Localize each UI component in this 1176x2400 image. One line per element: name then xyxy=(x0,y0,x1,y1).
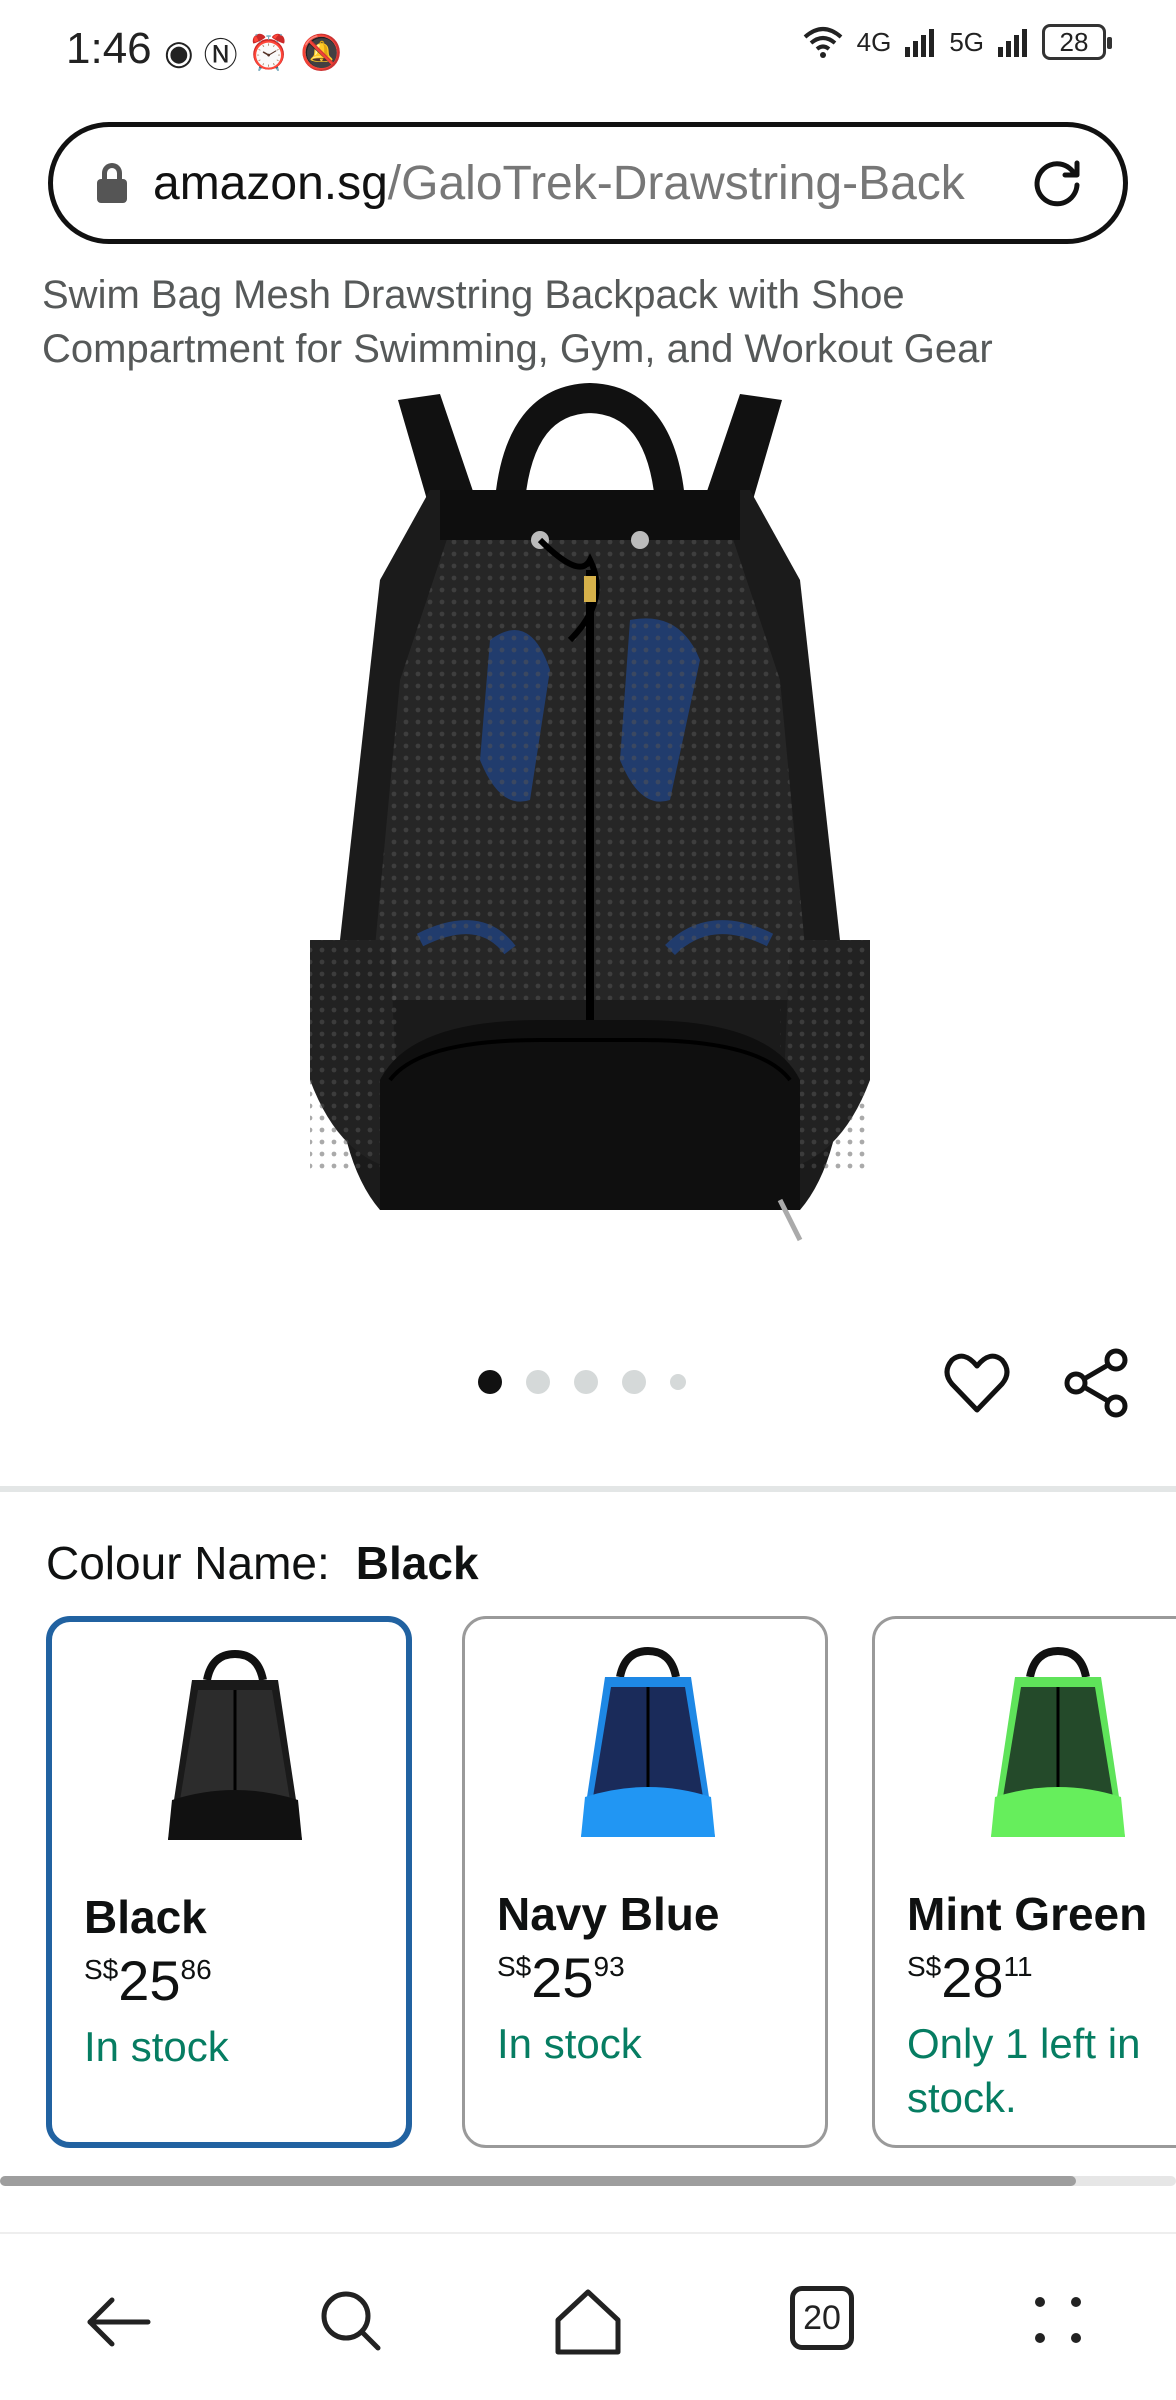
carousel-dot[interactable] xyxy=(478,1370,502,1394)
home-icon[interactable] xyxy=(548,2282,628,2362)
swatch-mint-green[interactable]: Mint Green S$2811 Only 1 left in stock. xyxy=(872,1616,1176,2148)
backpack-thumbnail xyxy=(581,1647,715,1837)
colour-label: Colour Name: Black xyxy=(46,1536,479,1590)
wifi-icon xyxy=(803,27,842,58)
swatch-price: S$2593 xyxy=(497,1946,625,2009)
swatch-name: Navy Blue xyxy=(497,1888,720,1940)
signal-bars-icon xyxy=(998,29,1027,57)
carousel-dot[interactable] xyxy=(574,1370,598,1394)
signal-4g-label: 4G xyxy=(856,26,892,57)
swatch-name: Black xyxy=(84,1891,207,1943)
url-path: /GaloTrek-Drawstring-Back xyxy=(387,156,965,210)
carousel-dot[interactable] xyxy=(622,1370,646,1394)
colour-swatches[interactable]: Black S$2586 In stock Navy Blue S$2593 I… xyxy=(46,1614,1176,2154)
swatch-stock: In stock xyxy=(497,2020,642,2067)
section-divider xyxy=(0,1486,1176,1492)
status-icons-right: 4G 5G 28 xyxy=(803,24,1112,60)
status-bar: 1:46 ◉ Ⓝ ⏰ 🔕 4G 5G 28 xyxy=(0,0,1176,100)
swatch-price: S$2811 xyxy=(907,1946,1033,2009)
heart-icon[interactable] xyxy=(944,1352,1010,1414)
signal-bars-icon xyxy=(905,29,935,57)
mute-icon: 🔕 xyxy=(300,33,343,72)
status-icons-left: ◉ Ⓝ ⏰ 🔕 xyxy=(164,28,342,77)
swatch-stock: In stock xyxy=(84,2023,229,2070)
image-carousel-dots xyxy=(478,1370,686,1394)
backpack-thumbnail xyxy=(168,1650,302,1840)
battery-icon: 28 xyxy=(1042,24,1112,60)
colour-selected-value: Black xyxy=(355,1537,479,1589)
carousel-dot[interactable] xyxy=(526,1370,550,1394)
signal-5g-label: 5G xyxy=(949,26,984,57)
swatch-scrollbar-thumb[interactable] xyxy=(0,2176,1076,2186)
swatch-stock: Only 1 left in stock. xyxy=(907,2020,1141,2121)
backpack-thumbnail xyxy=(991,1647,1125,1837)
colour-label-text: Colour Name: xyxy=(46,1537,330,1589)
swatch-scrollbar[interactable] xyxy=(0,2176,1176,2186)
search-icon[interactable] xyxy=(312,2282,392,2362)
alarm-icon: ⏰ xyxy=(247,33,291,72)
url-text[interactable]: amazon.sg/GaloTrek-Drawstring-Back xyxy=(153,156,973,211)
browser-bottom-nav: 20 xyxy=(0,2232,1176,2400)
product-image[interactable] xyxy=(280,380,900,1260)
tabs-count-button[interactable]: 20 xyxy=(790,2286,854,2350)
eye-icon: ◉ xyxy=(164,33,194,72)
back-arrow-icon[interactable] xyxy=(78,2282,158,2362)
nfc-icon: Ⓝ xyxy=(203,37,238,75)
swatch-price: S$2586 xyxy=(84,1949,212,2012)
swatch-name: Mint Green xyxy=(907,1888,1148,1940)
url-domain: amazon.sg xyxy=(153,156,388,210)
carousel-dot[interactable] xyxy=(670,1374,686,1390)
lock-icon xyxy=(97,163,127,203)
swatch-navy-blue[interactable]: Navy Blue S$2593 In stock xyxy=(462,1616,828,2148)
reload-icon[interactable] xyxy=(1029,155,1085,211)
status-time: 1:46 xyxy=(66,24,152,73)
product-title[interactable]: Swim Bag Mesh Drawstring Backpack with S… xyxy=(42,268,1142,376)
share-icon[interactable] xyxy=(1064,1348,1130,1418)
swatch-black[interactable]: Black S$2586 In stock xyxy=(46,1616,412,2148)
address-bar[interactable]: amazon.sg/GaloTrek-Drawstring-Back xyxy=(48,122,1128,244)
more-menu-icon[interactable] xyxy=(1020,2282,1100,2362)
